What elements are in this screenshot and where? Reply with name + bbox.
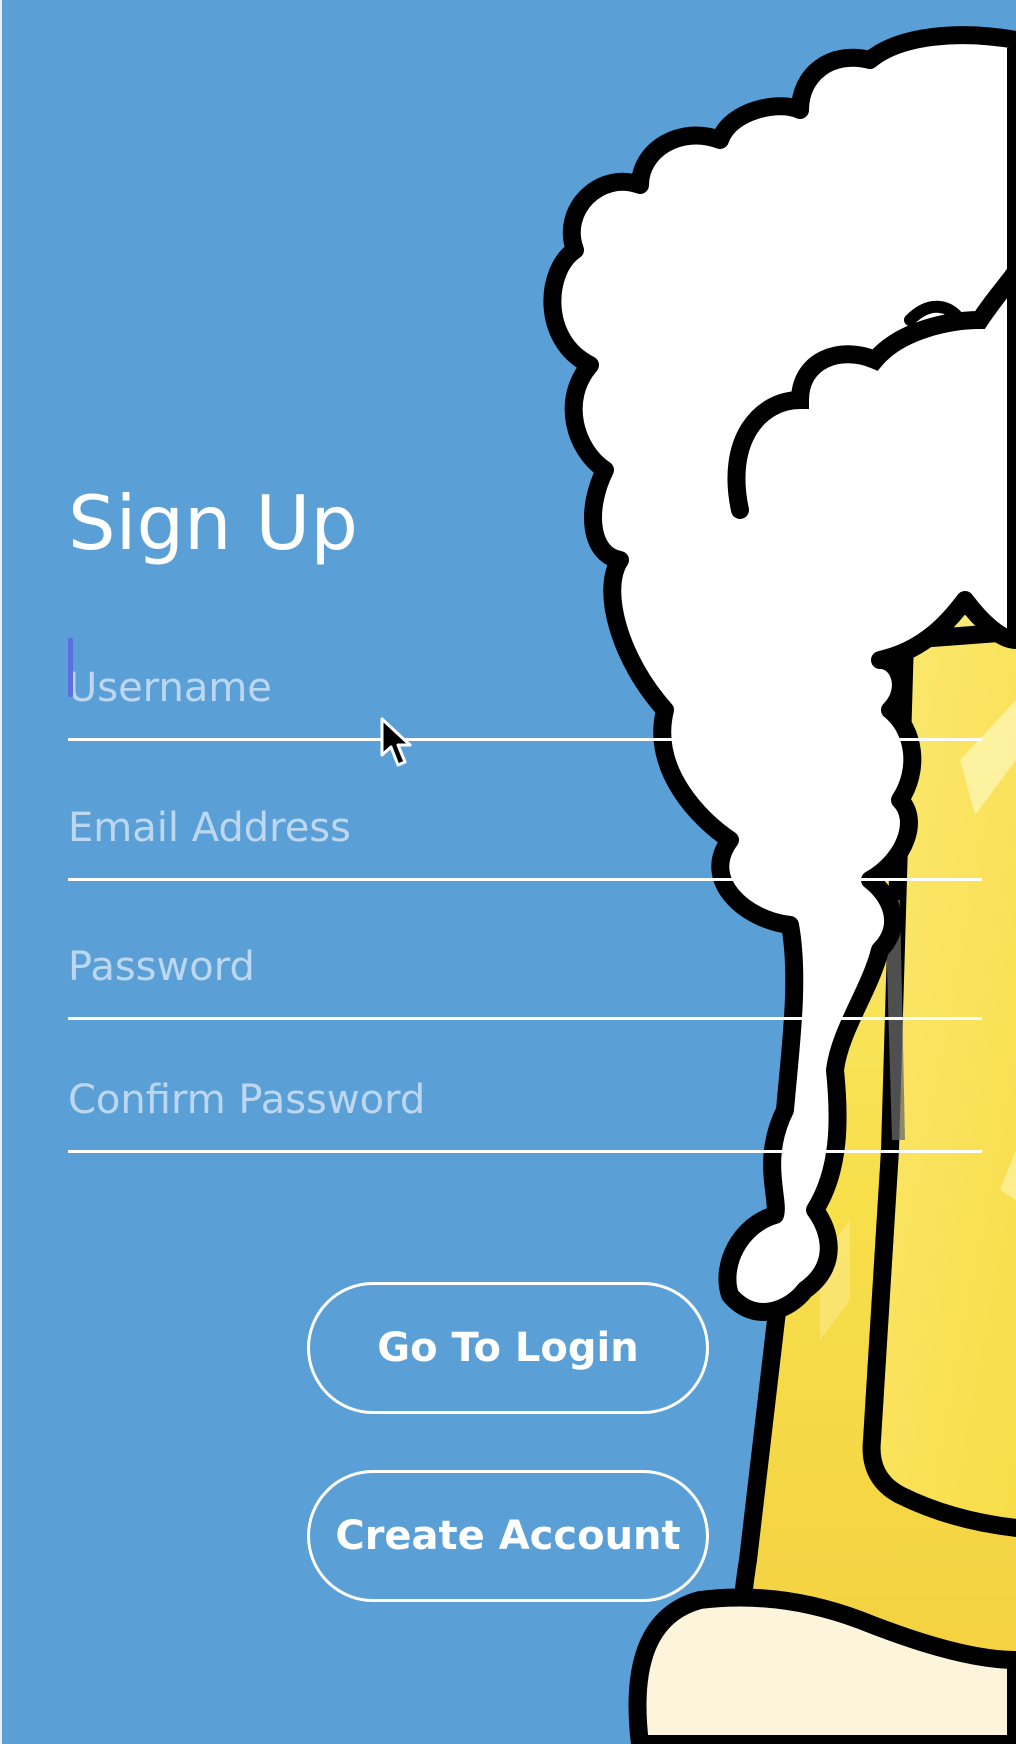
confirm-password-input[interactable] [68,1050,982,1150]
mouse-pointer-icon [380,717,412,767]
confirm-password-field[interactable] [68,1050,982,1153]
password-input[interactable] [68,917,982,1017]
page-title: Sign Up [68,479,358,567]
email-field[interactable] [68,778,982,881]
username-input[interactable] [68,638,982,738]
go-to-login-button[interactable]: Go To Login [307,1282,709,1414]
create-account-button[interactable]: Create Account [307,1470,709,1602]
username-field[interactable] [68,638,982,741]
email-input[interactable] [68,778,982,878]
text-caret [68,638,73,697]
password-field[interactable] [68,917,982,1020]
